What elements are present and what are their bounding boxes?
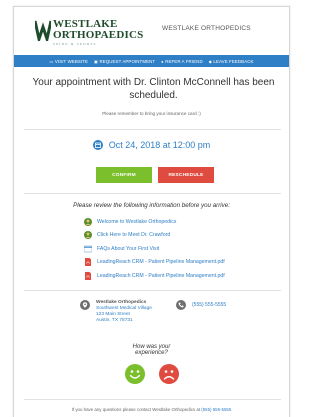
divider bbox=[24, 290, 281, 291]
nav-label: REQUEST APPOINTMENT bbox=[99, 58, 156, 64]
pdf-icon bbox=[84, 271, 92, 280]
address-line: Austin, TX 78731 bbox=[96, 318, 133, 323]
resource-link-label: Click Here to Meet Dr. Crawford bbox=[97, 232, 171, 239]
resource-link-label: FAQs About Your First Visit bbox=[97, 245, 160, 252]
video-icon bbox=[84, 231, 92, 240]
pdf-icon bbox=[84, 258, 92, 267]
nav-bar: ▭ VISIT WEBSITE ▣ REQUEST APPOINTMENT ● … bbox=[14, 55, 289, 67]
footer-phone[interactable]: (555) 555-5555 bbox=[201, 407, 231, 412]
map-pin-icon bbox=[80, 300, 90, 310]
brand-name: WESTLAKE ORTHOPEDICS bbox=[162, 25, 251, 32]
review-title: Please review the following information … bbox=[73, 202, 230, 209]
resource-link[interactable]: FAQs About Your First Visit bbox=[84, 242, 225, 256]
nav-refer-friend[interactable]: ● REFER A FRIEND bbox=[161, 59, 203, 64]
user-icon: ● bbox=[161, 58, 164, 64]
email-card: WESTLAKE ORTHOPAEDICS SPINE & SPORTS WES… bbox=[13, 6, 290, 417]
comment-icon: ◆ bbox=[208, 58, 212, 64]
nav-label: VISIT WEBSITE bbox=[54, 58, 89, 64]
appointment-datetime: Oct 24, 2018 at 12:00 pm bbox=[108, 140, 211, 150]
nav-leave-feedback[interactable]: ◆ LEAVE FEEDBACK bbox=[209, 59, 254, 64]
logo-line2: ORTHOPAEDICS bbox=[53, 29, 144, 41]
monitor-icon: ▭ bbox=[49, 58, 54, 64]
footer: If you have any questions please contact… bbox=[14, 407, 289, 412]
practice-phone[interactable]: (555) 555-5555 bbox=[192, 302, 226, 308]
logo-w-icon bbox=[35, 19, 51, 41]
video-icon bbox=[84, 217, 92, 226]
divider bbox=[24, 129, 281, 130]
feedback-line2: experience? bbox=[135, 350, 168, 356]
phone-icon bbox=[176, 300, 186, 310]
divider bbox=[24, 193, 281, 194]
logo: WESTLAKE ORTHOPAEDICS SPINE & SPORTS bbox=[53, 19, 143, 47]
nav-request-appointment[interactable]: ▣ REQUEST APPOINTMENT bbox=[94, 59, 155, 64]
contact-info: Westlake Orthopedics Southwest Medical V… bbox=[14, 297, 289, 337]
resource-link-label: LeadingReach CRM - Patient Pipeline Mana… bbox=[97, 272, 225, 279]
logo-tagline: SPINE & SPORTS bbox=[53, 42, 97, 46]
calendar-icon: ▣ bbox=[94, 58, 98, 64]
resource-links: Welcome to Westlake Orthopedics Click He… bbox=[84, 215, 225, 283]
resource-link[interactable]: Click Here to Meet Dr. Crawford bbox=[84, 229, 225, 243]
feedback-options bbox=[14, 364, 289, 384]
nav-label: LEAVE FEEDBACK bbox=[213, 58, 254, 64]
email-header: WESTLAKE ORTHOPAEDICS SPINE & SPORTS WES… bbox=[14, 7, 289, 49]
footer-text: If you have any questions please contact… bbox=[71, 407, 201, 412]
appointment-date-row: Oct 24, 2018 at 12:00 pm bbox=[14, 140, 289, 150]
address-block[interactable]: Westlake Orthopedics Southwest Medical V… bbox=[96, 300, 152, 324]
nav-visit-website[interactable]: ▭ VISIT WEBSITE bbox=[49, 59, 88, 64]
resource-link[interactable]: LeadingReach CRM - Patient Pipeline Mana… bbox=[84, 256, 225, 270]
nav-label: REFER A FRIEND bbox=[165, 58, 203, 64]
divider bbox=[24, 399, 281, 400]
reschedule-button[interactable]: RESCHEDULE bbox=[158, 167, 214, 183]
document-icon bbox=[84, 245, 92, 253]
sad-face-icon[interactable] bbox=[158, 364, 179, 384]
feedback-prompt: How was your experience? bbox=[14, 344, 289, 356]
happy-face-icon[interactable] bbox=[124, 364, 145, 384]
confirm-button[interactable]: CONFIRM bbox=[96, 167, 152, 183]
resource-link-label: Welcome to Westlake Orthopedics bbox=[97, 218, 177, 225]
insurance-note: Please remember to bring your insurance … bbox=[102, 111, 201, 116]
calendar-icon bbox=[92, 140, 103, 150]
resource-link-label: LeadingReach CRM - Patient Pipeline Mana… bbox=[97, 259, 225, 266]
resource-link[interactable]: LeadingReach CRM - Patient Pipeline Mana… bbox=[84, 269, 225, 283]
confirmation-headline: Your appointment with Dr. Clinton McConn… bbox=[32, 77, 275, 101]
resource-link[interactable]: Welcome to Westlake Orthopedics bbox=[84, 215, 225, 229]
